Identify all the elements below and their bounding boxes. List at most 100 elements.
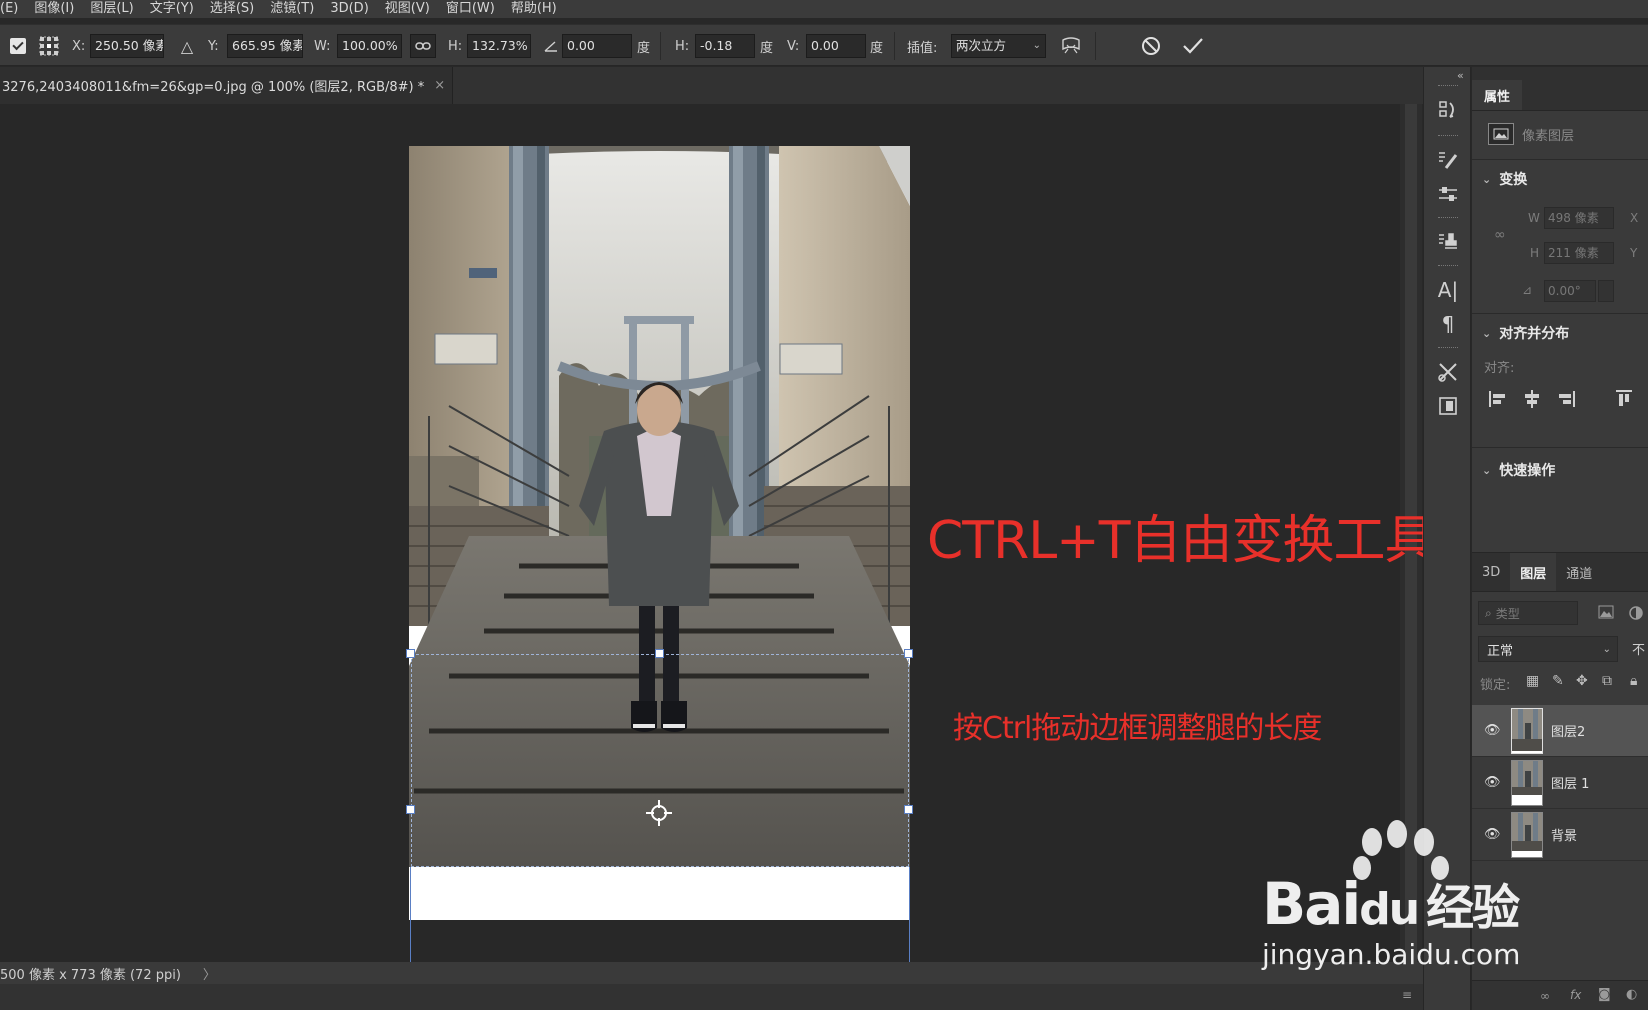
link-icon[interactable] <box>410 34 436 58</box>
link-dimensions-icon[interactable]: ∞ <box>1494 227 1506 243</box>
commit-transform-icon[interactable] <box>1180 34 1206 58</box>
history-icon[interactable] <box>1433 95 1463 125</box>
warp-mode-icon[interactable] <box>1058 34 1084 58</box>
align-left-icon[interactable] <box>1488 389 1508 413</box>
menu-help[interactable]: 帮助(H) <box>503 0 565 18</box>
chevron-down-icon: ⌄ <box>1602 643 1611 655</box>
degree-unit: 度 <box>637 40 651 56</box>
annotation-main: CTRL+T自由变换工具 <box>927 511 1437 571</box>
angle-field[interactable]: 0.00° <box>1544 280 1596 302</box>
layer-row[interactable]: 👁︎ 背景 <box>1472 809 1648 861</box>
hskew-label: H: <box>675 38 690 54</box>
divider <box>1472 447 1648 448</box>
lock-artboard-icon[interactable]: ⧉ <box>1602 673 1612 689</box>
y-field[interactable]: 665.95 像素 <box>227 34 303 58</box>
collapse-icon[interactable]: « <box>1457 69 1464 82</box>
visibility-eye-icon[interactable]: 👁︎ <box>1484 775 1501 790</box>
layer-name[interactable]: 图层2 <box>1551 721 1585 740</box>
status-menu-arrow-icon[interactable]: 〉 <box>203 964 216 983</box>
menu-image[interactable]: 图像(I) <box>26 0 82 18</box>
transform-handle-right[interactable] <box>904 805 913 814</box>
menu-window[interactable]: 窗口(W) <box>438 0 503 18</box>
align-center-icon[interactable] <box>1522 389 1542 413</box>
layer-filter-select[interactable]: ⌕ 类型 <box>1478 601 1578 625</box>
chevron-down-icon: ⌄ <box>1482 172 1492 186</box>
angle-dropdown[interactable] <box>1598 280 1614 302</box>
layer-row[interactable]: 👁︎ 图层2 <box>1472 705 1648 757</box>
tab-3d[interactable]: 3D <box>1472 553 1510 591</box>
transform-handle-top[interactable] <box>655 649 664 658</box>
align-top-icon[interactable] <box>1614 389 1634 413</box>
character-icon[interactable]: A| <box>1433 275 1463 305</box>
transform-handle-top-right[interactable] <box>904 649 913 658</box>
layer-thumbnail <box>1511 811 1543 858</box>
w-label: W: <box>314 38 331 54</box>
hskew-field[interactable]: -0.18 <box>695 34 755 58</box>
mask-icon[interactable]: ◙ <box>1598 987 1611 1002</box>
transform-handle-top-left[interactable] <box>406 649 415 658</box>
angle-field[interactable]: 0.00 <box>562 34 632 58</box>
tab-channels[interactable]: 通道 <box>1556 553 1602 591</box>
tab-layers[interactable]: 图层 <box>1510 553 1557 591</box>
interpolation-select[interactable]: 两次立方 ⌄ <box>951 34 1046 58</box>
lock-all-icon[interactable]: 🔒︎ <box>1630 673 1637 689</box>
divider <box>1438 347 1458 349</box>
layer-name[interactable]: 图层 1 <box>1551 773 1589 792</box>
align-right-icon[interactable] <box>1556 389 1576 413</box>
tab-properties[interactable]: 属性 <box>1472 80 1523 110</box>
clone-source-icon[interactable] <box>1433 227 1463 257</box>
menu-filter[interactable]: 滤镜(T) <box>262 0 322 18</box>
height-field[interactable]: 211 像素 <box>1544 242 1614 264</box>
layer-row[interactable]: 👁︎ 图层 1 <box>1472 757 1648 809</box>
width-field[interactable]: 498 像素 <box>1544 207 1614 229</box>
brush-settings-icon[interactable] <box>1433 145 1463 175</box>
reference-grid-icon[interactable] <box>36 34 62 58</box>
visibility-eye-icon[interactable]: 👁︎ <box>1484 827 1501 842</box>
menu-edit[interactable]: (E) <box>0 0 26 18</box>
blend-mode-select[interactable]: 正常 ⌄ <box>1478 636 1618 662</box>
lock-transparency-icon[interactable]: ▦ <box>1526 673 1539 689</box>
tool-presets-icon[interactable] <box>1433 357 1463 387</box>
menu-lines-icon[interactable]: ≡ <box>1402 988 1412 1002</box>
cancel-transform-icon[interactable] <box>1139 34 1163 58</box>
blend-mode-value: 正常 <box>1487 643 1514 659</box>
bottom-bar: ≡ <box>0 984 1423 1010</box>
canvas-edge-guide <box>909 867 910 962</box>
lock-position-icon[interactable]: ✥ <box>1576 673 1588 689</box>
align-title-text: 对齐并分布 <box>1499 326 1570 342</box>
paragraph-icon[interactable]: ¶ <box>1433 309 1463 339</box>
h-label: H <box>1530 246 1540 260</box>
menu-layer[interactable]: 图层(L) <box>82 0 141 18</box>
vskew-field[interactable]: 0.00 <box>806 34 866 58</box>
document-tab[interactable]: 3276,2403408011&fm=26&gp=0.jpg @ 100% (图… <box>0 67 453 104</box>
w-field[interactable]: 100.00% <box>337 34 402 58</box>
align-section-title[interactable]: ⌄ 对齐并分布 <box>1482 323 1569 343</box>
menu-select[interactable]: 选择(S) <box>202 0 262 18</box>
reference-point-checkbox[interactable] <box>10 38 26 54</box>
x-field[interactable]: 250.50 像素 <box>90 34 164 58</box>
menu-type[interactable]: 文字(Y) <box>142 0 202 18</box>
close-icon[interactable]: × <box>434 78 445 93</box>
quick-actions-title[interactable]: ⌄ 快速操作 <box>1482 460 1555 480</box>
delta-icon[interactable]: △ <box>178 34 196 58</box>
fx-icon[interactable]: fx <box>1570 988 1581 1002</box>
menu-view[interactable]: 视图(V) <box>377 0 438 18</box>
adjustment-layer-icon[interactable]: ◐ <box>1626 987 1637 1002</box>
divider <box>1438 217 1458 219</box>
transform-handle-left[interactable] <box>406 805 415 814</box>
link-layers-icon[interactable]: ∞ <box>1540 989 1550 1003</box>
lock-brush-icon[interactable]: ✎ <box>1552 673 1564 689</box>
adjustments-icon[interactable] <box>1433 179 1463 209</box>
transform-title-text: 变换 <box>1499 172 1528 188</box>
transform-section-title[interactable]: ⌄ 变换 <box>1482 169 1527 189</box>
document-tab-bar: 3276,2403408011&fm=26&gp=0.jpg @ 100% (图… <box>0 67 1423 104</box>
menu-3d[interactable]: 3D(D) <box>322 0 376 18</box>
visibility-eye-icon[interactable]: 👁︎ <box>1484 723 1501 738</box>
filter-adjustment-icon[interactable] <box>1628 605 1644 625</box>
navigator-icon[interactable] <box>1433 391 1463 421</box>
separator <box>894 32 895 60</box>
filter-image-icon[interactable] <box>1598 605 1614 623</box>
layer-name[interactable]: 背景 <box>1551 825 1577 844</box>
h-field[interactable]: 132.73% <box>467 34 531 58</box>
reference-point-icon[interactable] <box>646 800 672 826</box>
